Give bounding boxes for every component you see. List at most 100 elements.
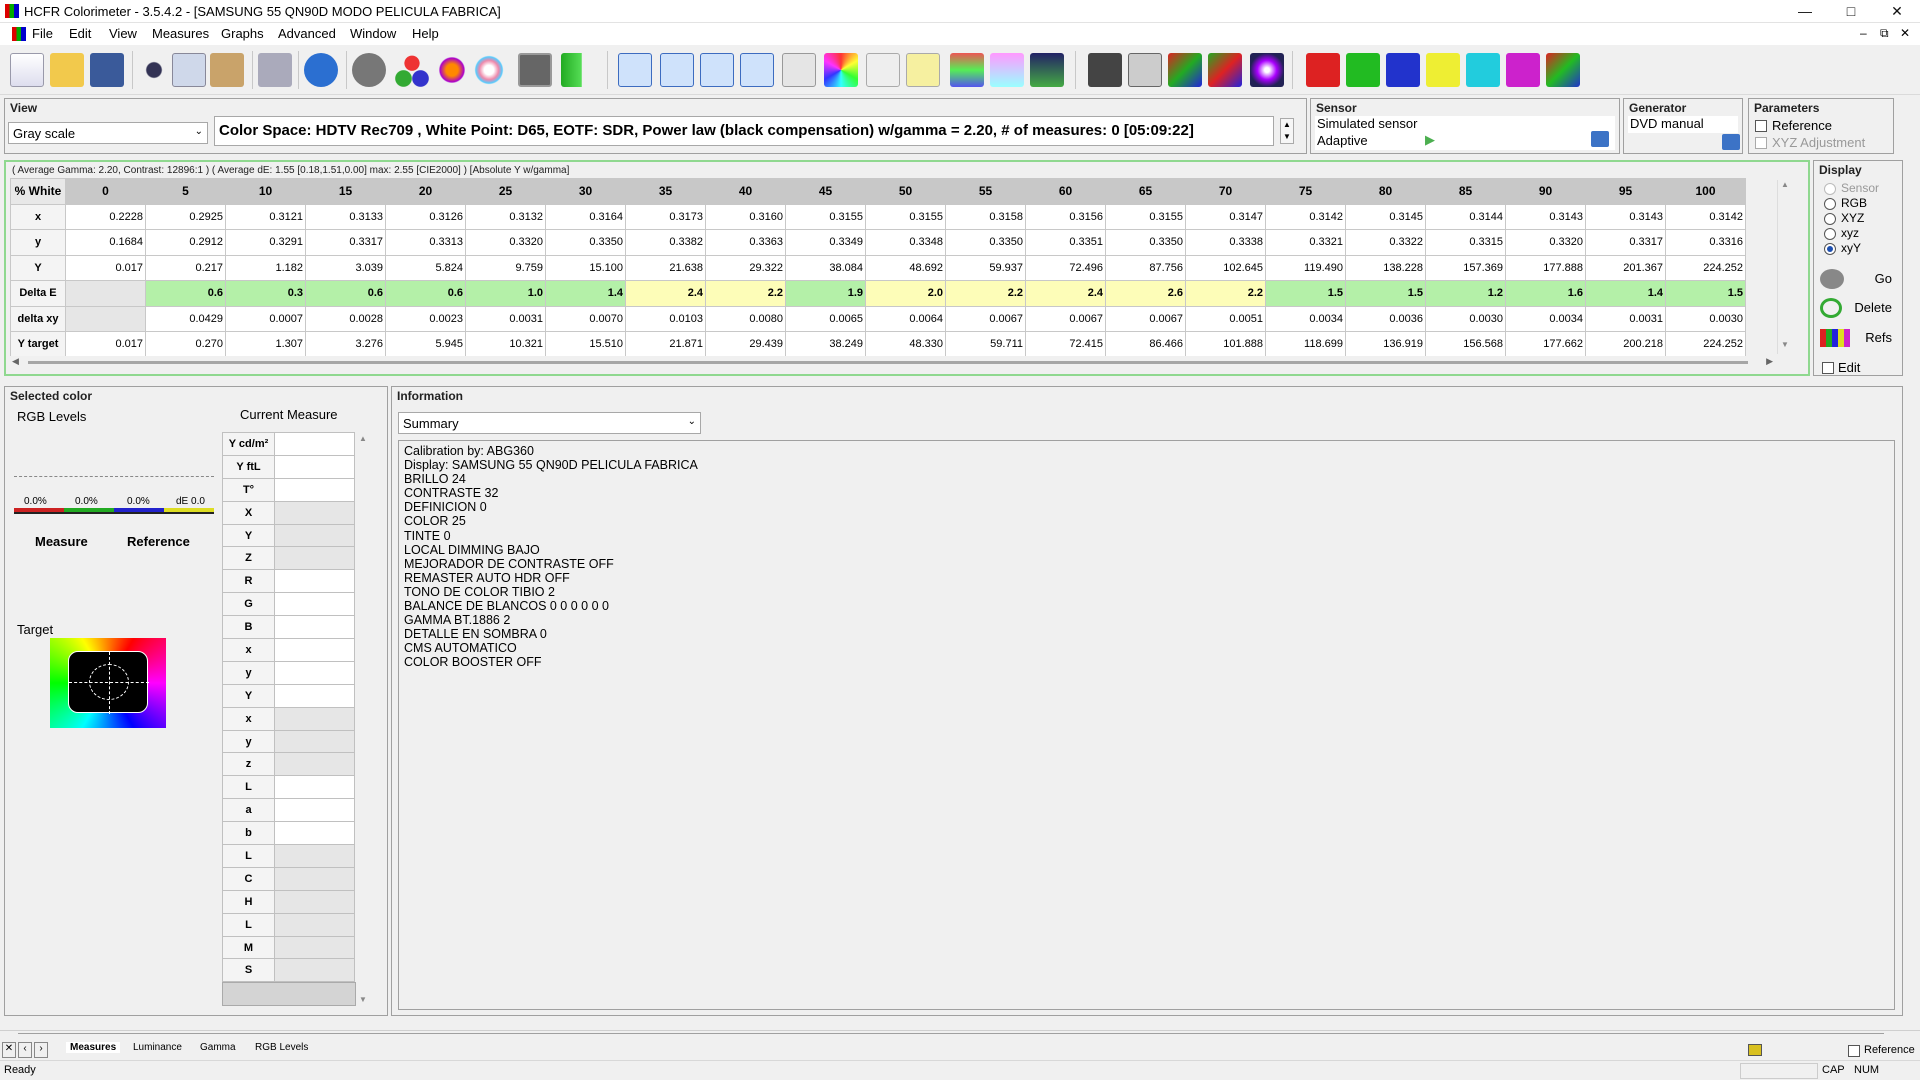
help-icon[interactable] <box>304 53 338 87</box>
scroll-left-icon[interactable]: ◀ <box>12 356 19 367</box>
scroll-up-icon[interactable]: ▲ <box>359 434 367 443</box>
menu-help[interactable]: Help <box>412 26 439 41</box>
grid-cell[interactable]: 177.888 <box>1505 254 1586 281</box>
copy-icon[interactable] <box>172 53 206 87</box>
grid-cell[interactable]: 59.937 <box>945 254 1026 281</box>
grid-cell[interactable]: 0.3126 <box>385 203 466 230</box>
yellow-icon[interactable] <box>1426 53 1460 87</box>
sensor-config-icon[interactable] <box>1591 131 1609 147</box>
grid-cell[interactable]: 0.3158 <box>945 203 1026 230</box>
graph-satlum-icon[interactable] <box>990 53 1024 87</box>
grid-horizontal-scrollbar[interactable]: ◀ ▶ <box>10 356 1775 370</box>
grid-cell[interactable]: 5.945 <box>385 331 466 358</box>
grid-column-header[interactable]: 15 <box>305 178 386 205</box>
magenta-icon[interactable] <box>1506 53 1540 87</box>
grid-cell[interactable]: 0.017 <box>65 331 146 358</box>
menu-window[interactable]: Window <box>350 26 396 41</box>
tab-rgb-levels[interactable]: RGB Levels <box>255 1042 308 1053</box>
grid-cell[interactable]: 0.217 <box>145 254 226 281</box>
grid-column-header[interactable]: 50 <box>865 178 946 205</box>
generator-config-icon[interactable] <box>1722 134 1740 150</box>
grid-cell[interactable]: 0.0031 <box>1585 305 1666 332</box>
grid-column-header[interactable]: 80 <box>1345 178 1426 205</box>
grid-cell[interactable]: 0.0030 <box>1665 305 1746 332</box>
grid-cell[interactable]: 0.3 <box>225 280 306 307</box>
grid-cell[interactable]: 15.100 <box>545 254 626 281</box>
grid-cell[interactable]: 0.6 <box>145 280 226 307</box>
grid-cell[interactable]: 0.017 <box>65 254 146 281</box>
grid-cell[interactable]: 87.756 <box>1105 254 1186 281</box>
grid-column-header[interactable]: 0 <box>65 178 146 205</box>
grid-cell[interactable]: 0.0065 <box>785 305 866 332</box>
grid-cell[interactable]: 0.3291 <box>225 229 306 256</box>
grid-cell[interactable]: 0.0034 <box>1505 305 1586 332</box>
grid-cell[interactable]: 21.871 <box>625 331 706 358</box>
all-primaries-icon[interactable] <box>1546 53 1580 87</box>
grid-column-header[interactable]: 85 <box>1425 178 1506 205</box>
minimize-button[interactable]: — <box>1782 0 1828 22</box>
grid-cell[interactable]: 1.4 <box>1585 280 1666 307</box>
graph-rgb-icon[interactable] <box>740 53 774 87</box>
grid-cell[interactable]: 0.0103 <box>625 305 706 332</box>
radio-xyz[interactable] <box>1824 213 1836 225</box>
scroll-down-icon[interactable]: ▼ <box>1781 340 1789 349</box>
grid-cell[interactable]: 0.3316 <box>1665 229 1746 256</box>
grid-cell[interactable]: 38.249 <box>785 331 866 358</box>
grid-column-header[interactable]: 90 <box>1505 178 1586 205</box>
grid-cell[interactable]: 3.276 <box>305 331 386 358</box>
grid-cell[interactable]: 0.3363 <box>705 229 786 256</box>
grid-cell[interactable]: 0.0070 <box>545 305 626 332</box>
grid-cell[interactable]: 0.3144 <box>1425 203 1506 230</box>
grid-cell[interactable]: 156.568 <box>1425 331 1506 358</box>
graph-luminance-icon[interactable] <box>700 53 734 87</box>
grid-cell[interactable]: 0.3147 <box>1185 203 1266 230</box>
scroll-thumb[interactable] <box>28 361 1748 364</box>
grid-cell[interactable]: 0.2228 <box>65 203 146 230</box>
grid-cell[interactable]: 1.5 <box>1345 280 1426 307</box>
grid-column-header[interactable]: 70 <box>1185 178 1266 205</box>
menu-file[interactable]: File <box>32 26 53 41</box>
radio-sensor[interactable] <box>1824 183 1836 195</box>
tab-close-icon[interactable]: ✕ <box>2 1042 16 1058</box>
menu-graphs[interactable]: Graphs <box>221 26 264 41</box>
radio-xyY[interactable] <box>1824 243 1836 255</box>
blue-icon[interactable] <box>1386 53 1420 87</box>
film-black-icon[interactable] <box>1088 53 1122 87</box>
graph-gray-icon[interactable] <box>618 53 652 87</box>
edit-checkbox[interactable] <box>1822 362 1834 374</box>
grid-cell[interactable]: 1.4 <box>545 280 626 307</box>
grid-column-header[interactable]: 45 <box>785 178 866 205</box>
grid-cell[interactable]: 0.3322 <box>1345 229 1426 256</box>
grid-column-header[interactable]: 95 <box>1585 178 1666 205</box>
grid-column-header[interactable]: 25 <box>465 178 546 205</box>
grid-cell[interactable]: 0.3164 <box>545 203 626 230</box>
grid-row-label[interactable]: Y <box>10 254 66 281</box>
graph-rgbhist-icon[interactable] <box>950 53 984 87</box>
close-button[interactable]: ✕ <box>1874 0 1920 22</box>
grid-cell[interactable]: 224.252 <box>1665 331 1746 358</box>
grid-cell[interactable]: 0.270 <box>145 331 226 358</box>
camera-icon[interactable] <box>518 53 552 87</box>
grid-cell[interactable]: 118.699 <box>1265 331 1346 358</box>
grid-column-header[interactable]: 30 <box>545 178 626 205</box>
sensor-icon[interactable] <box>352 53 386 87</box>
play-icon[interactable]: ▶ <box>1425 132 1435 148</box>
grid-column-header[interactable]: 40 <box>705 178 786 205</box>
grid-cell[interactable]: 0.3350 <box>1105 229 1186 256</box>
grid-column-header[interactable]: 100 <box>1665 178 1746 205</box>
grid-cell[interactable]: 0.3315 <box>1425 229 1506 256</box>
go-button[interactable]: Go <box>1816 266 1900 292</box>
h-scrollbar[interactable] <box>18 1033 1884 1037</box>
grid-row-label[interactable]: x <box>10 203 66 230</box>
rgb-icon[interactable] <box>395 53 429 87</box>
grid-cell[interactable]: 119.490 <box>1265 254 1346 281</box>
graph-gamma-icon[interactable] <box>660 53 694 87</box>
grid-cell[interactable]: 0.3132 <box>465 203 546 230</box>
grid-cell[interactable]: 0.0036 <box>1345 305 1426 332</box>
grid-cell[interactable]: 9.759 <box>465 254 546 281</box>
grid-cell[interactable]: 48.330 <box>865 331 946 358</box>
grid-column-header[interactable]: 20 <box>385 178 466 205</box>
colors-icon[interactable] <box>435 53 469 87</box>
tab-gamma[interactable]: Gamma <box>200 1042 236 1053</box>
tab-measures[interactable]: Measures <box>66 1042 121 1053</box>
